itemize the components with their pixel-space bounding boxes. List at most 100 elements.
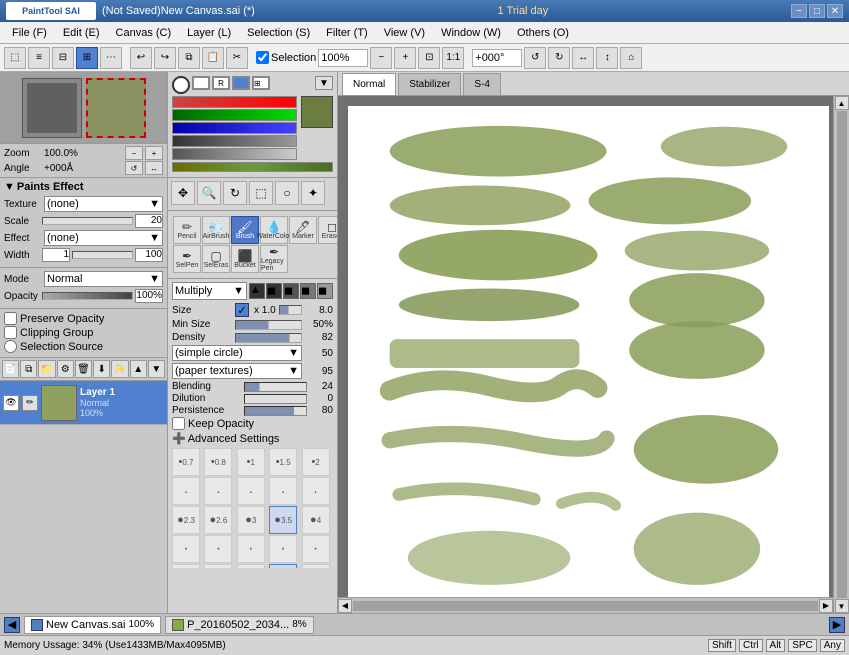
texture-dropdown[interactable]: (none) ▼	[44, 196, 163, 212]
tab-s4[interactable]: S-4	[463, 73, 501, 95]
brush-tool[interactable]: 🖌 Brush	[231, 216, 259, 244]
selection-source-radio[interactable]	[4, 340, 17, 353]
toolbar-copy[interactable]: ⧉	[178, 47, 200, 69]
minimize-button[interactable]: −	[791, 4, 807, 18]
lasso-tool[interactable]: ○	[275, 181, 299, 205]
rotate-reset[interactable]: ⌂	[620, 47, 642, 69]
zoom-in[interactable]: +	[394, 47, 416, 69]
marker-tool[interactable]: 🖊 Marker	[289, 216, 317, 244]
tab-stabilizer[interactable]: Stabilizer	[398, 73, 461, 95]
close-button[interactable]: ✕	[827, 4, 843, 18]
dilution-slider[interactable]	[244, 394, 307, 404]
dot-dot1[interactable]: ·	[172, 477, 200, 505]
selection-checkbox[interactable]	[256, 51, 269, 64]
blend-icon-1[interactable]: ▲	[249, 283, 265, 299]
zoom-minus-btn[interactable]: −	[125, 146, 143, 160]
canvas-drawing[interactable]	[348, 106, 829, 603]
dot-3[interactable]: ●3	[237, 506, 265, 534]
min-size-slider[interactable]	[235, 320, 302, 330]
menu-selection[interactable]: Selection (S)	[239, 25, 318, 41]
dot-2[interactable]: •2	[302, 448, 330, 476]
size-checkbox[interactable]: ✓	[235, 303, 249, 317]
angle-reset-btn[interactable]: ↺	[125, 161, 143, 175]
scroll-right-arrow[interactable]: ▶	[819, 599, 833, 613]
dot-dot6[interactable]: ·	[172, 535, 200, 563]
blend-icon-5[interactable]: ◼	[317, 283, 333, 299]
toolbar-redo[interactable]: ↪	[154, 47, 176, 69]
dot-6[interactable]: ⬤6	[204, 564, 232, 568]
toolbar-btn-4[interactable]: ⊞	[76, 47, 98, 69]
maximize-button[interactable]: □	[809, 4, 825, 18]
rotate-tool[interactable]: ↻	[223, 181, 247, 205]
blend-icon-4[interactable]: ◼	[300, 283, 316, 299]
tab-normal[interactable]: Normal	[342, 73, 396, 95]
settings-layer-btn[interactable]: ⚙	[57, 360, 74, 378]
effect-dropdown[interactable]: (none) ▼	[44, 230, 163, 246]
scroll-thumb-v[interactable]	[837, 111, 847, 598]
scale-slider[interactable]	[42, 217, 133, 225]
dot-35[interactable]: ●3.5	[269, 506, 297, 534]
dot-9[interactable]: ⬤9	[302, 564, 330, 568]
selpen-tool[interactable]: ✒ SelPen	[173, 245, 201, 273]
pencil-tool[interactable]: ✏ Pencil	[173, 216, 201, 244]
bucket-tool[interactable]: ⬛ Bucket	[231, 245, 259, 273]
toolbar-btn-1[interactable]: ⬚	[4, 47, 26, 69]
blend-mode-dropdown[interactable]: Multiply ▼	[172, 282, 247, 300]
menu-canvas[interactable]: Canvas (C)	[108, 25, 180, 41]
new-layer-btn[interactable]: 📄	[2, 360, 19, 378]
flip-h[interactable]: ↔	[572, 47, 594, 69]
menu-layer[interactable]: Layer (L)	[179, 25, 239, 41]
color-r-bar[interactable]	[172, 96, 297, 108]
select-tool[interactable]: ⬚	[249, 181, 273, 205]
paints-effect-toggle[interactable]: ▼	[4, 181, 15, 193]
current-color-swatch[interactable]	[301, 96, 333, 128]
color-collapse-btn[interactable]: ▼	[315, 76, 333, 90]
zoom-plus-btn[interactable]: +	[145, 146, 163, 160]
dot-1[interactable]: •1	[237, 448, 265, 476]
clipping-group-checkbox[interactable]	[4, 326, 17, 339]
color-g-bar[interactable]	[172, 109, 297, 121]
scroll-left-arrow[interactable]: ◀	[338, 599, 352, 613]
color-h-bar[interactable]	[172, 135, 297, 147]
blending-slider[interactable]	[244, 382, 307, 392]
zoom-input[interactable]	[318, 49, 368, 67]
color-gradient-bar[interactable]	[172, 162, 333, 172]
airbrush-tool[interactable]: 💨 AirBrush	[202, 216, 230, 244]
dot-08[interactable]: •0.8	[204, 448, 232, 476]
blend-icon-2[interactable]: ◼	[266, 283, 282, 299]
scroll-down-arrow[interactable]: ▼	[835, 599, 849, 613]
angle-flip-btn[interactable]: ↔	[145, 161, 163, 175]
size-slider[interactable]	[279, 305, 302, 315]
dot-dot8[interactable]: ·	[237, 535, 265, 563]
dot-07[interactable]: •0.7	[172, 448, 200, 476]
dot-4[interactable]: ●4	[302, 506, 330, 534]
color-hsl-btn[interactable]	[192, 76, 210, 90]
taskbar-canvas-item[interactable]: New Canvas.sai 100%	[24, 616, 161, 634]
menu-window[interactable]: Window (W)	[433, 25, 509, 41]
dot-7[interactable]: ⬤7	[237, 564, 265, 568]
opacity-slider[interactable]	[42, 292, 133, 300]
menu-view[interactable]: View (V)	[376, 25, 433, 41]
persistence-slider[interactable]	[244, 406, 307, 416]
dot-15[interactable]: •1.5	[269, 448, 297, 476]
color-rgb-btn[interactable]: R	[212, 76, 230, 90]
magic-wand-tool[interactable]: ✦	[301, 181, 325, 205]
horizontal-scrollbar[interactable]: ◀ ▶	[338, 597, 833, 613]
zoom-tool[interactable]: 🔍	[197, 181, 221, 205]
delete-layer-btn[interactable]: 🗑	[75, 360, 92, 378]
dot-dot4[interactable]: ·	[269, 477, 297, 505]
paper-dropdown[interactable]: (paper textures) ▼	[172, 363, 302, 379]
scroll-thumb-h[interactable]	[353, 601, 818, 611]
move-up-btn[interactable]: ▲	[130, 360, 147, 378]
dot-dot5[interactable]: ·	[302, 477, 330, 505]
taskbar-nav-right[interactable]: ▶	[829, 617, 845, 633]
move-down-btn[interactable]: ▼	[148, 360, 165, 378]
dot-26[interactable]: ●2.6	[204, 506, 232, 534]
density-slider[interactable]	[235, 333, 302, 343]
toolbar-paste[interactable]: 📋	[202, 47, 224, 69]
width-slider[interactable]	[72, 251, 133, 259]
menu-others[interactable]: Others (O)	[509, 25, 577, 41]
fx-layer-btn[interactable]: ✨	[111, 360, 128, 378]
eraser-tool[interactable]: ◻ Eraser	[318, 216, 338, 244]
taskbar-layer-item[interactable]: P_20160502_2034... 8%	[165, 616, 314, 634]
